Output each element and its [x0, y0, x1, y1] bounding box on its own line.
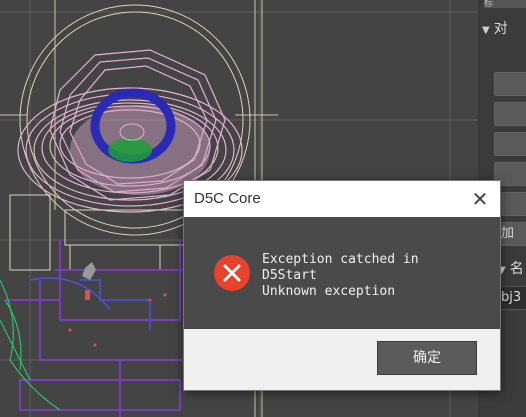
close-icon[interactable]: ✕ [468, 187, 492, 211]
error-dialog: D5C Core ✕ Exception catched in D5Start Un… [183, 180, 501, 391]
dialog-footer: 确定 [184, 329, 500, 390]
section-header-object[interactable]: ▼ 对 [482, 18, 526, 40]
panel-button-3[interactable] [494, 132, 526, 156]
dialog-titlebar[interactable]: D5C Core ✕ [184, 181, 500, 217]
object-name-field[interactable]: bj3 [498, 286, 526, 310]
collapse-arrow-icon: ▼ [482, 25, 490, 36]
error-message: Exception catched in D5Start Unknown excep… [262, 252, 490, 298]
panel-button-1[interactable] [494, 72, 526, 96]
section-title: 名 [509, 261, 524, 277]
message-line: Unknown exception [262, 284, 396, 298]
panel-top-label: 标 [484, 0, 526, 8]
add-label: 加 [501, 226, 515, 241]
section-title: 对 [493, 21, 508, 37]
ok-button[interactable]: 确定 [377, 341, 477, 375]
section-header-name[interactable]: ▼ 名 [498, 258, 526, 280]
message-line: D5Start [262, 268, 317, 283]
error-icon [214, 255, 250, 291]
panel-button-2[interactable] [494, 102, 526, 126]
dialog-title: D5C Core [194, 190, 261, 207]
dialog-body: Exception catched in D5Start Unknown excep… [184, 217, 500, 329]
add-button[interactable]: 加 [500, 222, 526, 246]
message-line: Exception catched in [262, 252, 419, 267]
